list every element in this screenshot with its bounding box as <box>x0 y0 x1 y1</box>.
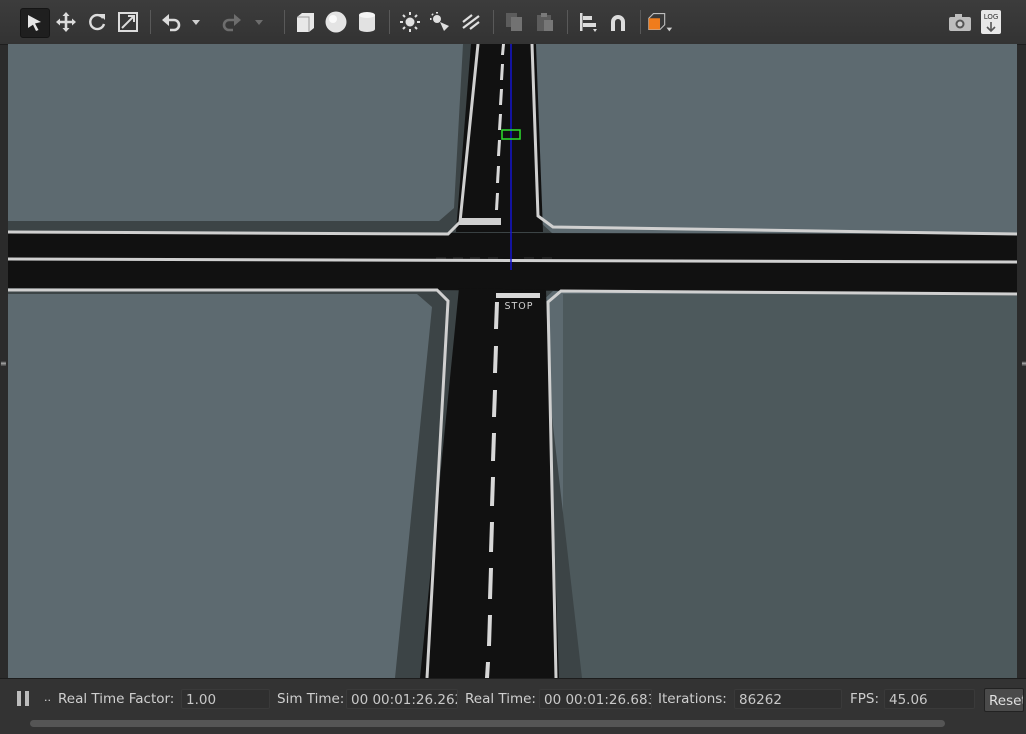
redo-history-icon[interactable] <box>251 8 267 36</box>
real-time-factor-value: 1.00 <box>181 689 270 709</box>
pause-icon[interactable] <box>15 689 33 709</box>
select-icon[interactable] <box>20 8 50 38</box>
step-button[interactable]: .. <box>44 691 51 704</box>
reset-time-button[interactable]: Reset <box>984 688 1024 712</box>
log-icon-text: LOG <box>984 13 999 21</box>
undo-icon[interactable] <box>157 8 185 36</box>
stop-bar-south <box>496 293 540 298</box>
real-time-value: 00 00:01:26.683 <box>539 689 652 709</box>
translate-icon[interactable] <box>52 8 80 36</box>
left-panel-handle[interactable]: ≡ <box>0 360 7 371</box>
snap-icon[interactable] <box>604 8 632 36</box>
iterations-label: Iterations: <box>658 691 727 707</box>
rotate-icon[interactable] <box>83 8 111 36</box>
ground-tile-southeast <box>563 294 1017 678</box>
stop-road-text: STOP <box>504 301 533 312</box>
sphere-icon[interactable] <box>322 8 350 36</box>
iterations-value: 86262 <box>734 689 842 709</box>
stop-bar-north <box>459 218 501 225</box>
directional-light-icon[interactable] <box>457 8 485 36</box>
copy-icon[interactable] <box>500 8 528 36</box>
paste-icon[interactable] <box>531 8 559 36</box>
real-time-factor-label: Real Time Factor: <box>58 691 175 707</box>
sim-time-label: Sim Time: <box>277 691 345 707</box>
bottom-status-bar: .. Real Time Factor: 1.00 Sim Time: 00 0… <box>0 678 1026 734</box>
redo-icon[interactable] <box>218 8 246 36</box>
3d-viewport[interactable]: STOP <box>8 44 1017 678</box>
fps-value: 45.06 <box>884 689 975 709</box>
right-panel-handle[interactable]: ≡ <box>1021 360 1026 371</box>
align-icon[interactable] <box>574 8 602 36</box>
spot-light-icon[interactable] <box>426 8 454 36</box>
sim-time-value: 00 00:01:26.262 <box>346 689 458 709</box>
scale-icon[interactable] <box>114 8 142 36</box>
log-icon[interactable]: LOG <box>977 8 1005 36</box>
box-icon[interactable] <box>291 8 319 36</box>
cylinder-icon[interactable] <box>353 8 381 36</box>
toolbar: LOG <box>0 0 1026 45</box>
real-time-label: Real Time: <box>465 691 536 707</box>
horizontal-scrollbar[interactable] <box>30 720 945 727</box>
fps-label: FPS: <box>850 691 880 707</box>
view-angle-icon[interactable] <box>646 8 674 36</box>
undo-history-icon[interactable] <box>188 8 204 36</box>
point-light-icon[interactable] <box>396 8 424 36</box>
screenshot-icon[interactable] <box>946 8 974 36</box>
